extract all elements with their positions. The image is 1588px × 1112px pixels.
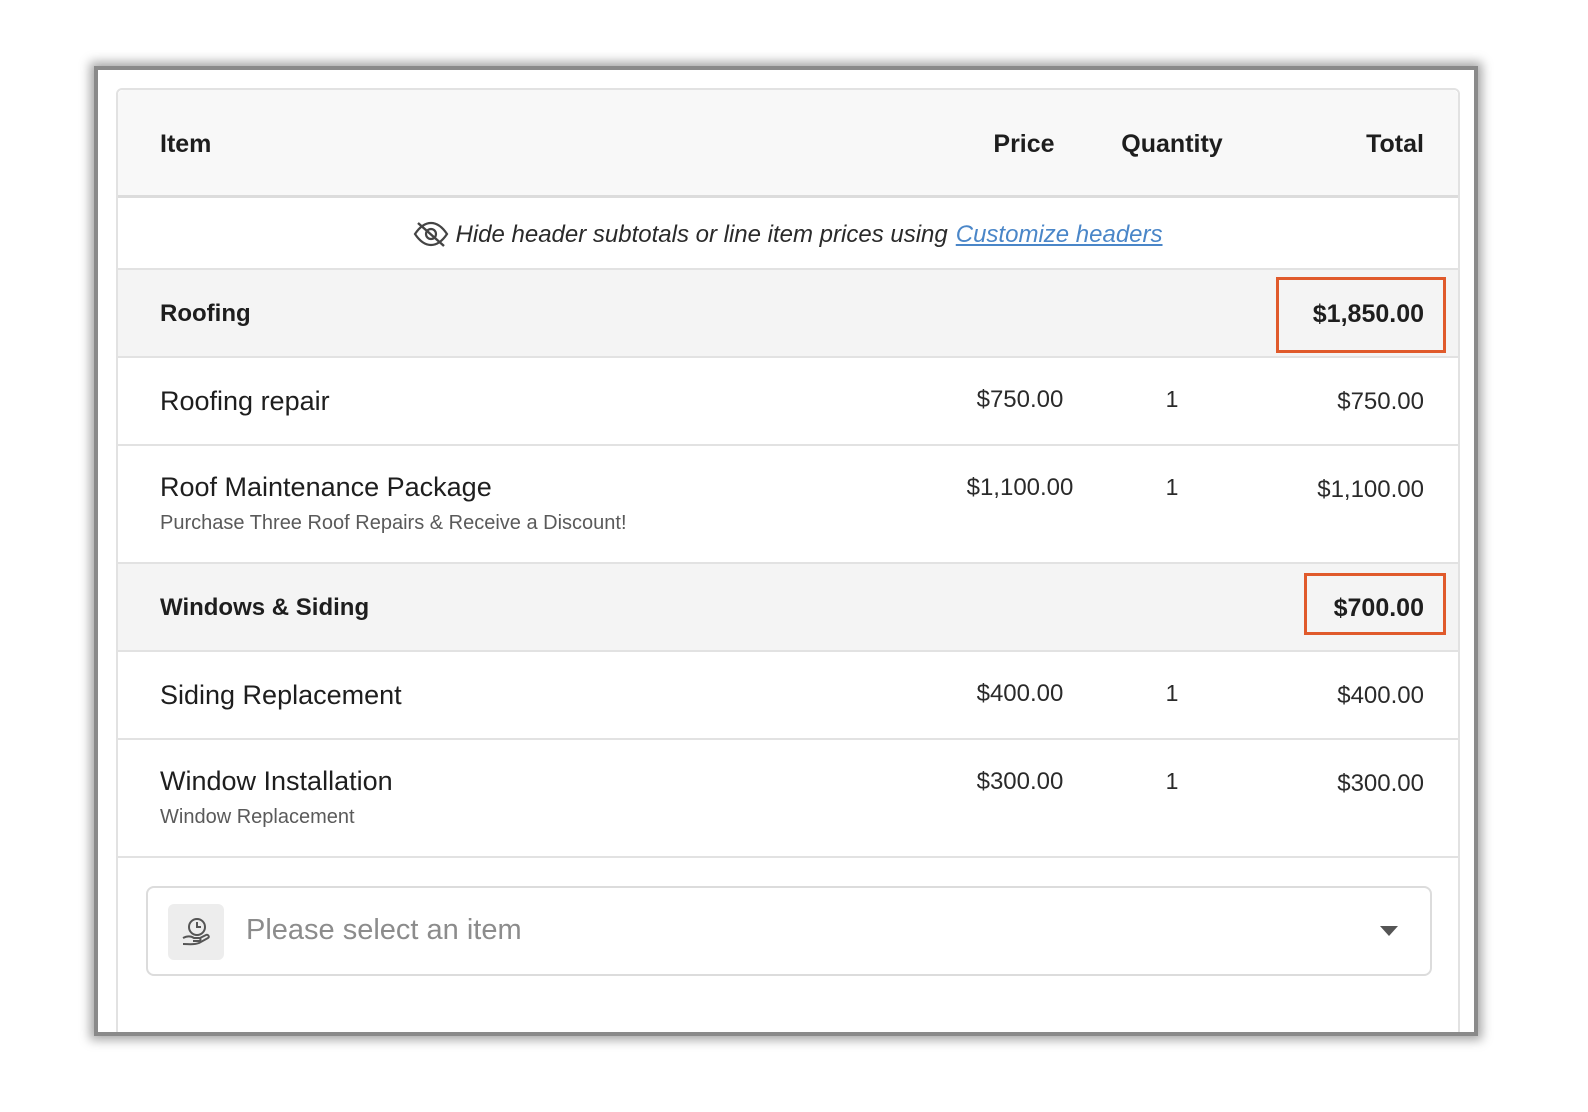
eye-off-icon: [413, 220, 449, 248]
column-header-item: Item: [160, 130, 212, 158]
item-description: Purchase Three Roof Repairs & Receive a …: [160, 512, 627, 534]
item-total: $400.00: [1337, 682, 1424, 709]
section-label: Roofing: [160, 300, 251, 327]
item-select-dropdown[interactable]: Please select an item: [146, 886, 1432, 976]
table-header: Item Price Quantity Total: [118, 90, 1458, 198]
item-price: $400.00: [976, 680, 1064, 707]
item-name: Siding Replacement: [160, 680, 402, 710]
item-quantity: 1: [1165, 680, 1179, 706]
item-total: $750.00: [1337, 388, 1424, 415]
column-header-total: Total: [1366, 130, 1424, 158]
item-name: Window Installation: [160, 766, 393, 796]
customize-hint-row: Hide header subtotals or line item price…: [118, 198, 1458, 270]
item-quantity: 1: [1165, 768, 1179, 794]
screenshot-frame: Item Price Quantity Total Hide header su…: [94, 66, 1478, 1036]
customize-hint: Hide header subtotals or line item price…: [118, 220, 1458, 249]
section-label: Windows & Siding: [160, 594, 370, 621]
item-name: Roof Maintenance Package: [160, 472, 492, 502]
table-row[interactable]: Siding Replacement $400.00 1 $400.00: [118, 652, 1458, 740]
item-total: $300.00: [1337, 770, 1424, 797]
customize-headers-link[interactable]: Customize headers: [956, 221, 1163, 248]
table-row[interactable]: Roofing repair $750.00 1 $750.00: [118, 358, 1458, 446]
section-header-roofing: Roofing $1,850.00: [118, 270, 1458, 358]
table-row[interactable]: Window Installation Window Replacement $…: [118, 740, 1458, 858]
column-header-quantity: Quantity: [1121, 130, 1223, 158]
item-select-placeholder: Please select an item: [246, 914, 522, 946]
item-name: Roofing repair: [160, 386, 330, 416]
item-total: $1,100.00: [1317, 476, 1424, 503]
subtotal-highlight-box: [1276, 277, 1446, 353]
item-price: $300.00: [976, 768, 1064, 795]
item-price: $750.00: [976, 386, 1064, 413]
line-items-table: Item Price Quantity Total Hide header su…: [116, 88, 1460, 1032]
subtotal-highlight-box: [1304, 573, 1446, 635]
item-quantity: 1: [1165, 474, 1179, 500]
hand-clock-icon: [168, 904, 224, 960]
chevron-down-icon[interactable]: [1380, 926, 1398, 936]
customize-hint-text: Hide header subtotals or line item price…: [455, 221, 948, 248]
column-header-price: Price: [993, 130, 1055, 158]
table-row[interactable]: Roof Maintenance Package Purchase Three …: [118, 446, 1458, 564]
item-quantity: 1: [1165, 386, 1179, 412]
item-description: Window Replacement: [160, 806, 355, 828]
item-price: $1,100.00: [966, 474, 1074, 501]
section-header-windows-siding: Windows & Siding $700.00: [118, 564, 1458, 652]
